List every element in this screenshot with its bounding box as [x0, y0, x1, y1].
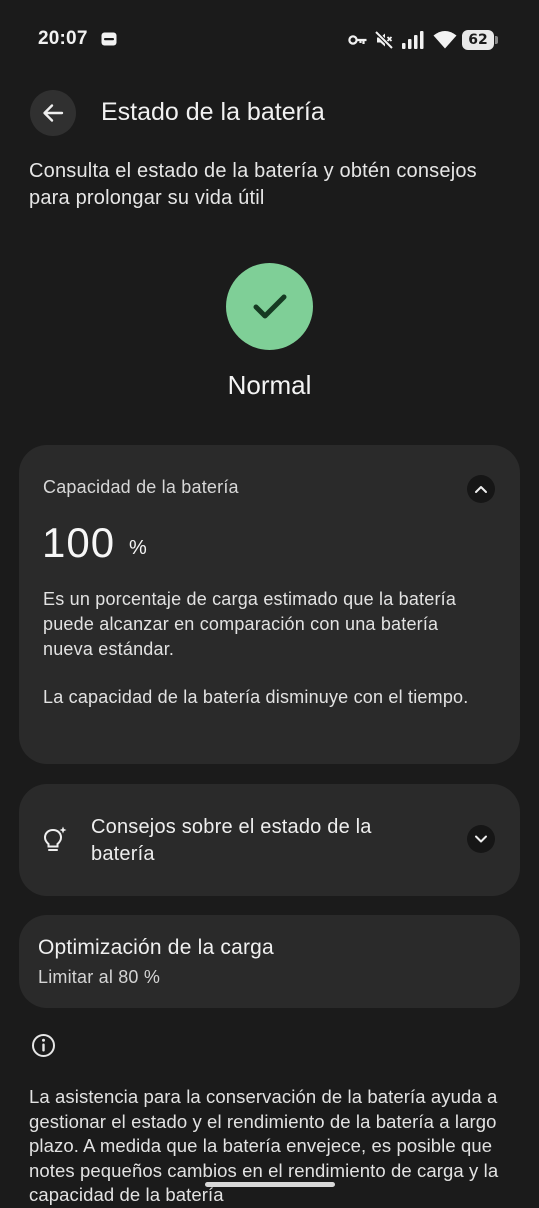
capacity-description: Es un porcentaje de carga estimado que l…	[43, 589, 457, 659]
gesture-navigation-bar[interactable]	[205, 1182, 335, 1187]
page-subtitle: Consulta el estado de la batería y obtén…	[29, 160, 477, 209]
status-bar: 20:07 62	[0, 0, 539, 80]
battery-capacity-card: Capacidad de la batería 100 % Es un porc…	[19, 445, 520, 764]
vpn-key-icon	[348, 35, 367, 45]
battery-tips-card[interactable]: Consejos sobre el estado de la batería	[19, 784, 520, 896]
health-status-label: Normal	[227, 370, 312, 400]
mute-icon	[374, 30, 394, 50]
battery-icon: 62	[462, 30, 498, 50]
arrow-left-icon	[43, 104, 64, 122]
expand-tips-button[interactable]	[467, 825, 495, 853]
tips-label: Consejos sobre el estado de la batería	[91, 816, 372, 865]
chevron-up-icon	[475, 486, 487, 493]
battery-level: 62	[462, 30, 494, 50]
battery-tip	[495, 36, 498, 44]
collapse-capacity-button[interactable]	[467, 475, 495, 503]
wifi-icon	[433, 31, 457, 49]
battery-assistance-description: La asistencia para la conservación de la…	[29, 1086, 499, 1205]
health-status-circle	[226, 263, 313, 350]
capacity-value: 100	[42, 519, 116, 566]
back-button[interactable]	[30, 90, 76, 136]
capacity-note: La capacidad de la batería disminuye con…	[43, 687, 469, 707]
charging-optimization-card[interactable]: Optimización de la carga Limitar al 80 %	[19, 915, 520, 1008]
charging-optimization-title: Optimización de la carga	[38, 936, 274, 959]
lightbulb-sparkle-icon	[43, 826, 67, 851]
charging-optimization-value: Limitar al 80 %	[38, 967, 161, 987]
page-title: Estado de la batería	[101, 98, 325, 126]
status-time: 20:07	[38, 28, 88, 49]
notification-icon	[101, 32, 117, 46]
capacity-title: Capacidad de la batería	[43, 477, 239, 497]
check-icon	[253, 294, 286, 318]
info-icon	[32, 1034, 55, 1057]
capacity-unit: %	[129, 537, 147, 559]
chevron-down-icon	[475, 835, 487, 843]
signal-icon	[402, 31, 424, 49]
